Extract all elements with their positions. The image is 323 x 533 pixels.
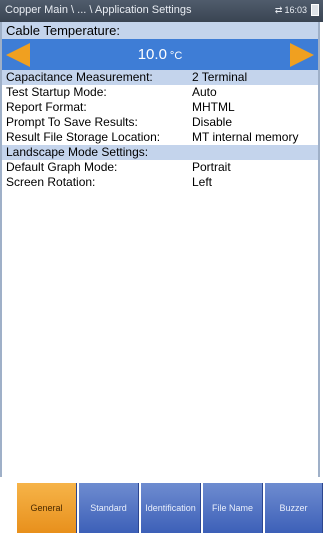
status-area: ⇄ 16:03 [275,4,319,16]
tab-standard[interactable]: Standard [79,483,139,533]
setting-test-startup-mode[interactable]: Test Startup Mode: Auto [2,85,318,100]
setting-label: Default Graph Mode: [6,160,118,174]
setting-label: Screen Rotation: [6,175,96,189]
section-label: Landscape Mode Settings: [6,145,149,159]
temperature-selector: 10.0 °C [2,39,318,70]
setting-default-graph-mode[interactable]: Default Graph Mode: Portrait [2,160,318,175]
clock: 16:03 [284,5,307,15]
setting-label: Result File Storage Location: [6,130,161,144]
tab-buzzer[interactable]: Buzzer [265,483,323,533]
sync-arrows-icon: ⇄ [274,4,283,15]
setting-prompt-to-save[interactable]: Prompt To Save Results: Disable [2,115,318,130]
breadcrumb[interactable]: Copper Main \ ... \ Application Settings [5,4,192,16]
setting-label: Test Startup Mode: [6,85,107,99]
setting-capacitance-measurement[interactable]: Capacitance Measurement: 2 Terminal [2,70,318,85]
setting-value: Portrait [192,160,231,174]
setting-report-format[interactable]: Report Format: MHTML [2,100,318,115]
tab-identification[interactable]: Identification [141,483,201,533]
tab-file-name[interactable]: File Name [203,483,263,533]
setting-value: Left [192,175,213,189]
setting-label: Report Format: [6,100,87,114]
temperature-number: 10.0 [137,46,167,63]
setting-value: Disable [192,115,233,129]
cable-temperature-label: Cable Temperature: [2,22,318,39]
tab-bar: General Standard Identification File Nam… [0,483,323,533]
settings-panel: Cable Temperature: 10.0 °C Capacitance Me… [0,22,320,477]
setting-value: MHTML [192,100,235,114]
tab-general[interactable]: General [17,483,77,533]
setting-label: Capacitance Measurement: [6,70,153,84]
increase-arrow-icon[interactable] [290,43,314,67]
setting-storage-location[interactable]: Result File Storage Location: MT interna… [2,130,318,145]
battery-icon [311,4,319,16]
temperature-value[interactable]: 10.0 °C [2,46,318,63]
setting-screen-rotation[interactable]: Screen Rotation: Left [2,175,318,190]
setting-label: Prompt To Save Results: [6,115,138,129]
setting-value: Auto [192,85,217,99]
title-bar: Copper Main \ ... \ Application Settings… [0,0,323,22]
setting-value: 2 Terminal [192,70,248,84]
landscape-settings-header: Landscape Mode Settings: [2,145,318,160]
temperature-unit: °C [169,50,183,62]
setting-value: MT internal memory [192,130,299,144]
